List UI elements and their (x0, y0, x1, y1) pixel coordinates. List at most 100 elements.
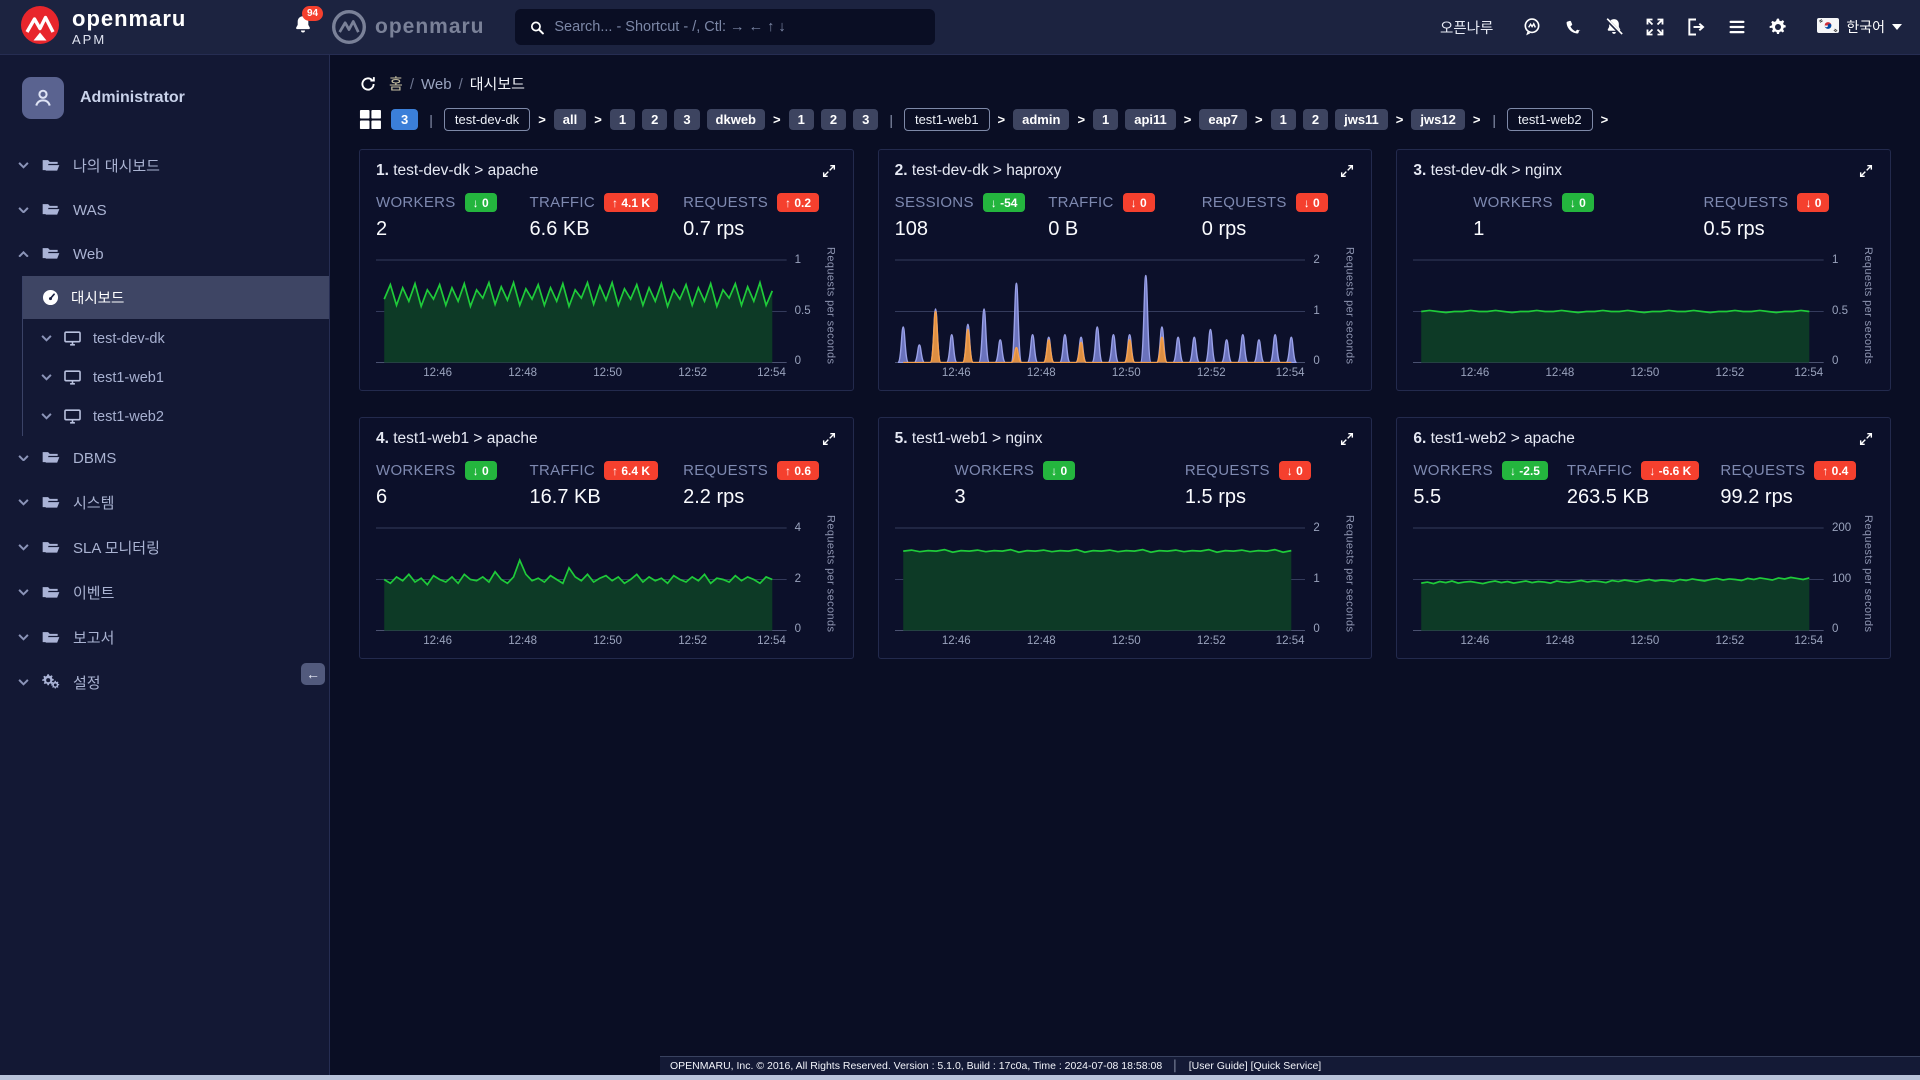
notifications-bell-button[interactable]: 94 (292, 13, 314, 42)
sidebar: Administrator 나의 대시보드WASWeb대시보드test-dev-… (0, 55, 330, 1080)
sidebar-item-web[interactable]: Web (0, 232, 329, 276)
gear-icon[interactable] (1768, 17, 1788, 37)
y-axis-title: Requests per seconds (1860, 515, 1874, 653)
breadcrumb-item-0[interactable]: 홈 (389, 76, 403, 93)
filter-chip-2[interactable]: 2 (1303, 109, 1328, 130)
y-axis-title: Requests per seconds (823, 515, 837, 653)
filter-host-chip-test-dev-dk[interactable]: test-dev-dk (444, 108, 530, 131)
footer-links[interactable]: [User Guide] [Quick Service] (1189, 1060, 1321, 1072)
chevron-down-icon (18, 499, 29, 506)
x-axis-tick-label: 12:48 (1027, 367, 1056, 379)
card-expand-icon[interactable] (1339, 163, 1355, 179)
y-axis-tick-label: 2 (795, 573, 801, 585)
y-axis: 012 (1305, 519, 1341, 653)
chevron-down-icon (41, 335, 52, 342)
filter-count-chip[interactable]: 3 (391, 109, 418, 130)
breadcrumb-item-1[interactable]: Web (421, 76, 452, 93)
menu-icon[interactable] (1727, 17, 1747, 37)
chevron-right-icon: > (594, 112, 602, 127)
sign-out-icon[interactable] (1686, 17, 1706, 37)
filter-bar: 3|test-dev-dk>all>123dkweb>123|test1-web… (330, 98, 1920, 133)
filter-chip-jws12[interactable]: jws12 (1411, 109, 1464, 130)
search-icon (529, 19, 545, 36)
sidebar-user[interactable]: Administrator (0, 55, 329, 129)
y-axis: 024 (787, 519, 823, 653)
metric-label: TRAFFIC (530, 462, 595, 479)
sidebar-item-label: 시스템 (73, 492, 114, 513)
x-axis-tick-label: 12:52 (1716, 367, 1745, 379)
filter-chip-1[interactable]: 1 (789, 109, 814, 130)
filter-chip-1[interactable]: 1 (1271, 109, 1296, 130)
refresh-icon[interactable] (359, 75, 377, 93)
sidebar-item-was[interactable]: WAS (0, 188, 329, 232)
card-expand-icon[interactable] (1339, 431, 1355, 447)
sidebar-item-test-dev-dk[interactable]: test-dev-dk (23, 319, 329, 358)
x-axis-tick-label: 12:46 (1461, 635, 1490, 647)
dashboard-card-4: 4. test1-web1 > apacheWORKERS↓ 06TRAFFIC… (359, 417, 854, 659)
filter-chip-3[interactable]: 3 (853, 109, 878, 130)
x-axis-tick-label: 12:52 (1716, 635, 1745, 647)
card-expand-icon[interactable] (1858, 163, 1874, 179)
chart-plot-area: 12:4612:4812:5012:5212:54 (895, 251, 1306, 363)
y-axis-tick-label: 0 (795, 355, 801, 367)
sidebar-item-my-dashboard[interactable]: 나의 대시보드 (0, 143, 329, 188)
x-axis-tick-label: 12:50 (593, 367, 622, 379)
metric-label: REQUESTS (683, 194, 768, 211)
filter-chip-1[interactable]: 1 (1093, 109, 1118, 130)
y-axis-title: Requests per seconds (1341, 247, 1355, 385)
y-axis-title: Requests per seconds (823, 247, 837, 385)
card-metrics: WORKERS↓ 06TRAFFIC↑ 6.4 K16.7 KBREQUESTS… (376, 461, 837, 509)
metric-delta-badge: ↑ 0.6 (777, 461, 819, 480)
phone-icon[interactable] (1563, 17, 1583, 37)
metric-value: 3 (955, 486, 1125, 509)
x-axis-tick-label: 12:46 (942, 367, 971, 379)
sidebar-item-test1-web2[interactable]: test1-web2 (23, 397, 329, 436)
metric-label: WORKERS (955, 462, 1035, 479)
header-actions: 오픈나루 한국어 (1440, 17, 1920, 38)
filter-chip-dkweb[interactable]: dkweb (707, 109, 765, 130)
filter-chip-1[interactable]: 1 (610, 109, 635, 130)
sidebar-item-reports[interactable]: 보고서 (0, 615, 329, 660)
sidebar-collapse-button[interactable]: ← (301, 663, 325, 685)
expand-icon[interactable] (1645, 17, 1665, 37)
chevron-right-icon: > (1473, 112, 1481, 127)
x-axis-tick-label: 12:50 (1112, 635, 1141, 647)
sidebar-item-dashboard[interactable]: 대시보드 (23, 276, 329, 319)
top-header: openmaru APM 94 openmaru 오픈나루 한국 (0, 0, 1920, 55)
sidebar-item-dbms[interactable]: DBMS (0, 436, 329, 480)
filter-chip-3[interactable]: 3 (674, 109, 699, 130)
sidebar-item-test1-web1[interactable]: test1-web1 (23, 358, 329, 397)
filter-chip-2[interactable]: 2 (642, 109, 667, 130)
card-expand-icon[interactable] (821, 163, 837, 179)
sidebar-item-sla-monitoring[interactable]: SLA 모니터링 (0, 525, 329, 570)
breadcrumb-separator: / (459, 76, 463, 93)
filter-host-chip-test1-web1[interactable]: test1-web1 (904, 108, 990, 131)
filter-chip-2[interactable]: 2 (821, 109, 846, 130)
language-selector[interactable]: 한국어 (1817, 17, 1902, 37)
folder-icon (41, 448, 61, 468)
wordmark-text: openmaru (375, 15, 485, 39)
chat-icon[interactable] (1522, 17, 1542, 37)
current-user-label[interactable]: 오픈나루 (1440, 17, 1493, 38)
x-axis-tick-label: 12:50 (593, 635, 622, 647)
card-chart: 12:4612:4812:5012:5212:54024Requests per… (376, 519, 837, 653)
card-expand-icon[interactable] (1858, 431, 1874, 447)
metric-delta-badge: ↓ -2.5 (1502, 461, 1548, 480)
metric-value: 5.5 (1413, 486, 1567, 509)
sidebar-item-system[interactable]: 시스템 (0, 480, 329, 525)
filter-host-chip-test1-web2[interactable]: test1-web2 (1507, 108, 1593, 131)
korea-flag-icon (1817, 18, 1839, 36)
filter-chip-api11[interactable]: api11 (1125, 109, 1176, 130)
sidebar-item-events[interactable]: 이벤트 (0, 570, 329, 615)
filter-chip-admin[interactable]: admin (1013, 109, 1069, 130)
card-chart: 12:4612:4812:5012:5212:540100200Requests… (1413, 519, 1874, 653)
filter-chip-eap7[interactable]: eap7 (1199, 109, 1247, 130)
app-logo[interactable]: openmaru APM (0, 5, 280, 50)
filter-chip-jws11[interactable]: jws11 (1335, 109, 1388, 130)
grid-layout-icon[interactable] (359, 109, 382, 130)
card-expand-icon[interactable] (821, 431, 837, 447)
filter-chip-all[interactable]: all (554, 109, 586, 130)
bell-slash-icon[interactable] (1604, 17, 1624, 37)
search-input[interactable] (554, 19, 920, 35)
sidebar-item-settings[interactable]: 설정 (0, 660, 329, 705)
